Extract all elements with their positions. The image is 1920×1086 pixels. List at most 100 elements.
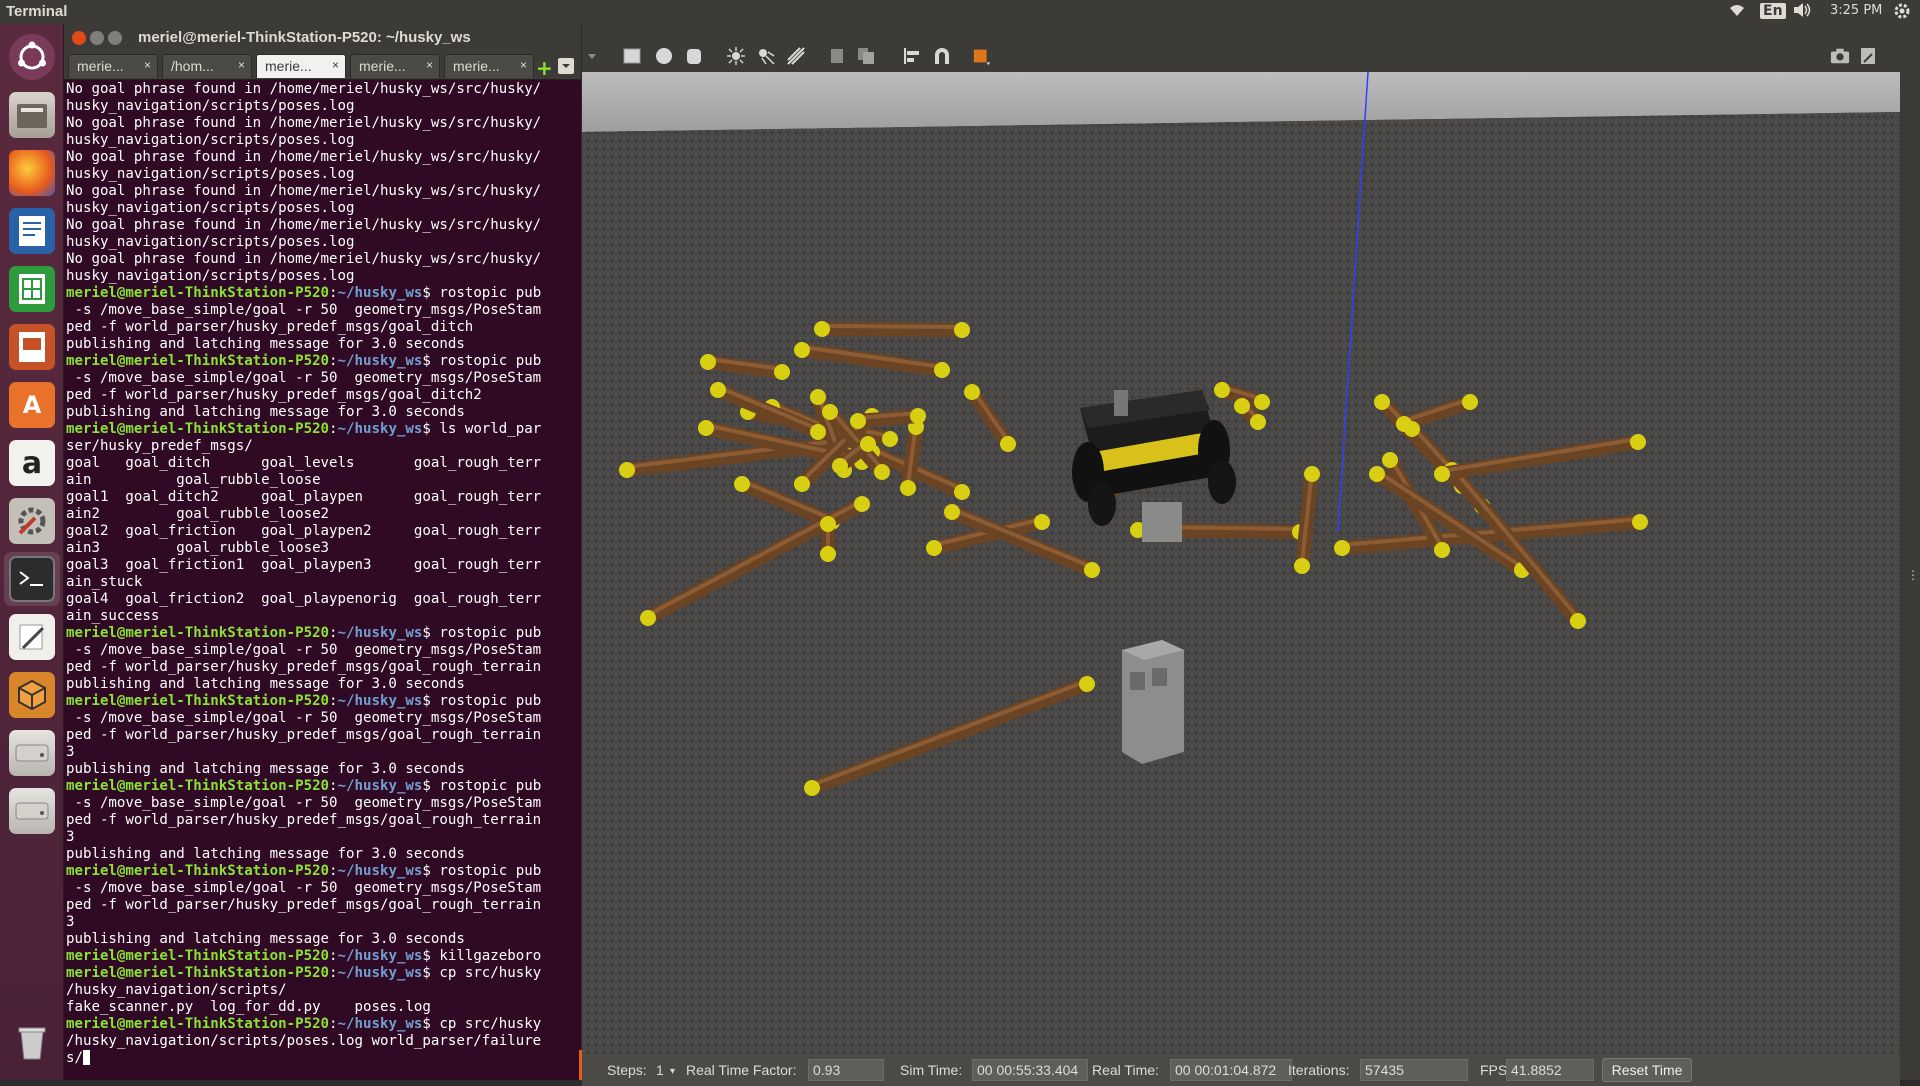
close-tab-icon[interactable]: × — [426, 58, 433, 72]
drive-button[interactable] — [4, 726, 60, 780]
cylinder-shape-icon[interactable] — [684, 46, 704, 66]
terminal-line: ped -f world_parser/husky_predef_msgs/go… — [66, 319, 578, 336]
terminal-output[interactable]: No goal phrase found in /home/meriel/hus… — [66, 81, 578, 1081]
log-end-cap — [900, 480, 916, 496]
terminal-text: ain_stuck — [66, 574, 143, 590]
prompt-user: meriel@meriel-ThinkStation-P520 — [66, 1016, 330, 1032]
impress-button[interactable] — [4, 320, 60, 374]
terminal-text: : — [329, 421, 338, 437]
clock[interactable]: 3:25 PM — [1830, 3, 1882, 18]
terminal-line: ped -f world_parser/husky_predef_msgs/go… — [66, 727, 578, 744]
log-end-cap — [1214, 382, 1230, 398]
log-end-cap — [810, 389, 826, 405]
align-icon[interactable] — [902, 46, 922, 66]
amazon-button[interactable]: a — [4, 436, 60, 490]
gear-icon[interactable] — [1893, 2, 1911, 24]
sim-time-value: 00 00:55:33.404 — [972, 1059, 1088, 1081]
spot-light-icon[interactable] — [756, 46, 776, 66]
point-light-icon[interactable] — [726, 46, 746, 66]
new-tab-icon[interactable]: + — [536, 56, 553, 80]
reset-time-button[interactable]: Reset Time — [1602, 1058, 1692, 1082]
maximize-icon[interactable] — [108, 31, 122, 45]
close-tab-icon[interactable]: × — [144, 58, 151, 72]
log-end-cap — [850, 413, 866, 429]
virtualbox-button[interactable] — [4, 668, 60, 722]
writer-button[interactable] — [4, 204, 60, 258]
box-shape-icon[interactable] — [622, 46, 642, 66]
terminal-button[interactable] — [4, 552, 60, 606]
text-editor-button[interactable] — [4, 610, 60, 664]
terminal-line: meriel@meriel-ThinkStation-P520:~/husky_… — [66, 1016, 578, 1033]
close-tab-icon[interactable]: × — [520, 58, 527, 72]
terminal-tab[interactable]: merie... × — [350, 54, 440, 78]
volume-icon[interactable] — [1792, 2, 1812, 22]
directional-light-icon[interactable] — [786, 46, 806, 66]
steps-chevron-down-icon[interactable]: ▾ — [670, 1066, 675, 1077]
sphere-shape-icon[interactable] — [654, 46, 674, 66]
terminal-line: ped -f world_parser/husky_predef_msgs/go… — [66, 387, 578, 404]
terminal-text: publishing and latching message for 3.0 … — [66, 761, 465, 777]
terminal-line: husky_navigation/scripts/poses.log — [66, 98, 578, 115]
close-tab-icon[interactable]: × — [238, 58, 245, 72]
minimize-icon[interactable] — [90, 31, 104, 45]
terminal-line: No goal phrase found in /home/meriel/hus… — [66, 251, 578, 268]
system-settings-button[interactable] — [4, 494, 60, 548]
language-indicator[interactable]: En — [1760, 3, 1786, 19]
terminal-text: husky_navigation/scripts/poses.log — [66, 268, 355, 284]
terminal-tab[interactable]: /hom... × — [162, 54, 252, 78]
close-icon[interactable] — [72, 31, 86, 45]
drive-button-2[interactable] — [4, 784, 60, 838]
terminal-tab[interactable]: merie... × — [444, 54, 534, 78]
terminal-tab-active[interactable]: merie... × — [256, 54, 346, 78]
terminal-text: -s /move_base_simple/goal -r 50 geometry… — [66, 880, 542, 896]
log-end-cap — [934, 362, 950, 378]
writer-icon — [9, 208, 55, 254]
prompt-path: ~/husky_ws — [337, 863, 423, 879]
log-end-cap — [1434, 466, 1450, 482]
terminal-text: husky_navigation/scripts/poses.log — [66, 234, 355, 250]
real-time-label: Real Time: — [1092, 1062, 1159, 1078]
copy-icon[interactable] — [828, 46, 848, 66]
calc-button[interactable] — [4, 262, 60, 316]
terminal-text: $ rostopic pub — [422, 625, 542, 641]
terminal-line: meriel@meriel-ThinkStation-P520:~/husky_… — [66, 421, 578, 438]
select-mode-icon[interactable] — [972, 46, 992, 66]
snap-magnet-icon[interactable] — [932, 46, 952, 66]
log-end-cap — [832, 458, 848, 474]
side-panel-handle-icon[interactable]: ⋮ — [1907, 568, 1919, 582]
terminal-tabs: merie... × /hom... × merie... × merie... × m… — [64, 52, 581, 80]
iterations-value: 57435 — [1360, 1059, 1468, 1081]
ubuntu-dash-button[interactable] — [4, 30, 60, 84]
screenshot-camera-icon[interactable] — [1830, 46, 1850, 66]
terminal-text: No goal phrase found in /home/meriel/hus… — [66, 251, 542, 267]
log-end-cap — [1250, 414, 1266, 430]
trash-button[interactable] — [4, 1016, 60, 1070]
wifi-icon[interactable] — [1728, 2, 1746, 22]
amazon-icon: a — [9, 440, 55, 486]
drive-icon — [9, 788, 55, 834]
log-end-cap — [794, 476, 810, 492]
log-recording-icon[interactable] — [1858, 46, 1878, 66]
terminal-text: : — [329, 965, 338, 981]
terminal-text: $ rostopic pub — [422, 285, 542, 301]
terminal-text: : — [329, 948, 338, 964]
terminal-tab[interactable]: merie... × — [68, 54, 158, 78]
close-tab-icon[interactable]: × — [332, 58, 339, 72]
terminal-line: goal1 goal_ditch2 goal_playpen goal_roug… — [66, 489, 578, 506]
terminal-line: fake_scanner.py log_for_dd.py poses.log — [66, 999, 578, 1016]
paste-icon[interactable] — [856, 46, 876, 66]
steps-value[interactable]: 1 — [656, 1062, 664, 1078]
gazebo-3d-viewport[interactable] — [582, 72, 1900, 1054]
firefox-button[interactable] — [4, 146, 60, 200]
terminal-text: -s /move_base_simple/goal -r 50 geometry… — [66, 642, 542, 658]
calc-icon — [9, 266, 55, 312]
tab-menu-chevron-down-icon[interactable] — [558, 58, 574, 74]
dropdown-arrow-icon[interactable] — [588, 46, 608, 66]
gazebo-side-panel-handle[interactable]: ⋮ — [1900, 38, 1920, 1080]
terminal-text: husky_navigation/scripts/poses.log — [66, 132, 355, 148]
terminal-text: $ rostopic pub — [422, 693, 542, 709]
terminal-line: ain_stuck — [66, 574, 578, 591]
software-center-button[interactable]: A — [4, 378, 60, 432]
log-end-cap — [710, 382, 726, 398]
files-button[interactable] — [4, 88, 60, 142]
